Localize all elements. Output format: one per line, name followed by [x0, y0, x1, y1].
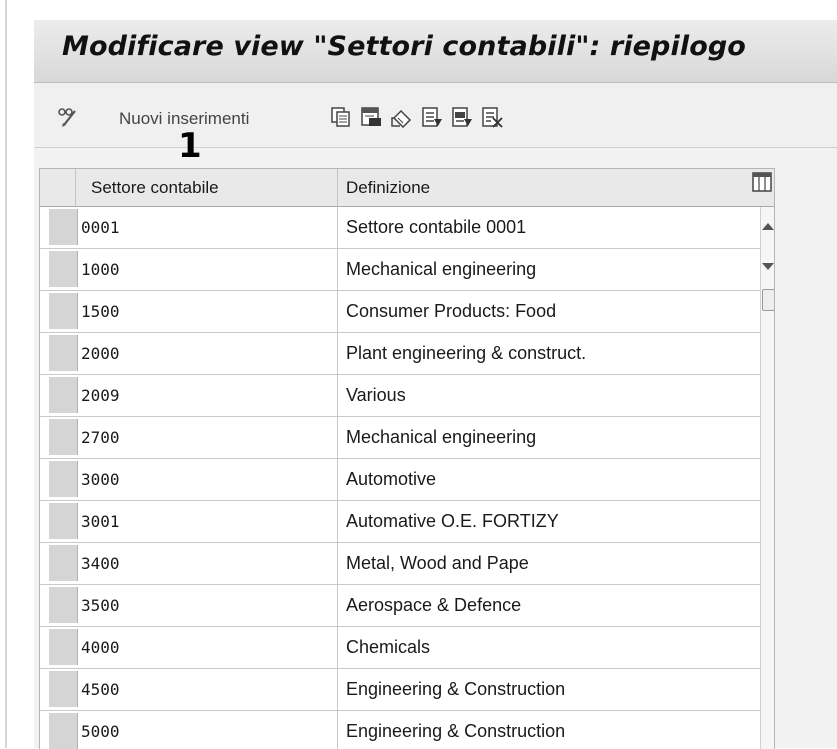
- cell-settore-contabile[interactable]: 3500: [77, 585, 338, 626]
- select-block-icon[interactable]: [451, 106, 473, 128]
- row-select-button[interactable]: [49, 461, 78, 497]
- row-select-button[interactable]: [49, 545, 78, 581]
- cell-settore-contabile[interactable]: 1500: [77, 291, 338, 332]
- table-row[interactable]: 2700 Mechanical engineering: [40, 417, 760, 459]
- pencil-glasses-icon[interactable]: [57, 106, 79, 128]
- cell-definizione[interactable]: Mechanical engineering: [338, 417, 760, 458]
- table-control: Settore contabile Definizione 0001 Settor…: [39, 168, 775, 749]
- cell-settore-contabile[interactable]: 3000: [77, 459, 338, 500]
- undo-icon[interactable]: [391, 106, 413, 128]
- cell-settore-contabile[interactable]: 1000: [77, 249, 338, 290]
- copy-icon[interactable]: [330, 106, 352, 128]
- row-select-button[interactable]: [49, 209, 78, 245]
- page-title: Modificare view "Settori contabili": rie…: [62, 31, 746, 62]
- row-select-button[interactable]: [49, 251, 78, 287]
- cell-definizione[interactable]: Engineering & Construction: [338, 711, 760, 749]
- column-header-settore-contabile[interactable]: Settore contabile: [76, 169, 338, 207]
- row-select-button[interactable]: [49, 335, 78, 371]
- cell-definizione[interactable]: Automative O.E. FORTIZY: [338, 501, 760, 542]
- cell-settore-contabile[interactable]: 0001: [77, 207, 338, 248]
- cell-definizione[interactable]: Plant engineering & construct.: [338, 333, 760, 374]
- table-row[interactable]: 1500 Consumer Products: Food: [40, 291, 760, 333]
- table-row[interactable]: 2000 Plant engineering & construct.: [40, 333, 760, 375]
- select-all-icon[interactable]: [421, 106, 443, 128]
- cell-settore-contabile[interactable]: 5000: [77, 711, 338, 749]
- select-all-rows-header[interactable]: [40, 169, 76, 207]
- table-row[interactable]: 3001 Automative O.E. FORTIZY: [40, 501, 760, 543]
- cell-definizione[interactable]: Settore contabile 0001: [338, 207, 760, 248]
- cell-settore-contabile[interactable]: 2700: [77, 417, 338, 458]
- table-settings-icon[interactable]: [752, 172, 772, 192]
- row-select-button[interactable]: [49, 419, 78, 455]
- cell-definizione[interactable]: Chemicals: [338, 627, 760, 668]
- table-row[interactable]: 5000 Engineering & Construction: [40, 711, 760, 749]
- row-select-button[interactable]: [49, 293, 78, 329]
- table-row[interactable]: 4000 Chemicals: [40, 627, 760, 669]
- cell-settore-contabile[interactable]: 2000: [77, 333, 338, 374]
- scroll-thumb[interactable]: [762, 289, 774, 311]
- cell-settore-contabile[interactable]: 3001: [77, 501, 338, 542]
- row-select-button[interactable]: [49, 587, 78, 623]
- annotation-marker: 1: [178, 126, 202, 166]
- cell-definizione[interactable]: Aerospace & Defence: [338, 585, 760, 626]
- window-left-edge: [5, 0, 7, 748]
- cell-definizione[interactable]: Various: [338, 375, 760, 416]
- row-select-button[interactable]: [49, 671, 78, 707]
- table-row[interactable]: 3500 Aerospace & Defence: [40, 585, 760, 627]
- table-row[interactable]: 0001 Settore contabile 0001: [40, 207, 760, 249]
- table-row[interactable]: 3000 Automotive: [40, 459, 760, 501]
- row-select-button[interactable]: [49, 377, 78, 413]
- cell-definizione[interactable]: Automotive: [338, 459, 760, 500]
- cell-definizione[interactable]: Engineering & Construction: [338, 669, 760, 710]
- row-select-button[interactable]: [49, 629, 78, 665]
- scroll-up-icon[interactable]: [762, 223, 774, 230]
- scroll-down-icon[interactable]: [762, 263, 774, 270]
- table-row[interactable]: 2009 Various: [40, 375, 760, 417]
- table-row[interactable]: 3400 Metal, Wood and Pape: [40, 543, 760, 585]
- row-select-button[interactable]: [49, 713, 78, 749]
- sap-window: Modificare view "Settori contabili": rie…: [34, 20, 837, 749]
- application-toolbar: Nuovi inserimenti: [34, 83, 837, 148]
- cell-settore-contabile[interactable]: 4500: [77, 669, 338, 710]
- cell-settore-contabile[interactable]: 2009: [77, 375, 338, 416]
- cell-settore-contabile[interactable]: 3400: [77, 543, 338, 584]
- column-header-definizione[interactable]: Definizione: [338, 169, 761, 207]
- cell-settore-contabile[interactable]: 4000: [77, 627, 338, 668]
- save-icon[interactable]: [360, 106, 382, 128]
- cell-definizione[interactable]: Mechanical engineering: [338, 249, 760, 290]
- vertical-scrollbar[interactable]: [760, 207, 774, 749]
- cell-definizione[interactable]: Consumer Products: Food: [338, 291, 760, 332]
- deselect-all-icon[interactable]: [481, 106, 503, 128]
- cell-definizione[interactable]: Metal, Wood and Pape: [338, 543, 760, 584]
- table-row[interactable]: 4500 Engineering & Construction: [40, 669, 760, 711]
- row-select-button[interactable]: [49, 503, 78, 539]
- table-row[interactable]: 1000 Mechanical engineering: [40, 249, 760, 291]
- title-bar: Modificare view "Settori contabili": rie…: [34, 20, 837, 83]
